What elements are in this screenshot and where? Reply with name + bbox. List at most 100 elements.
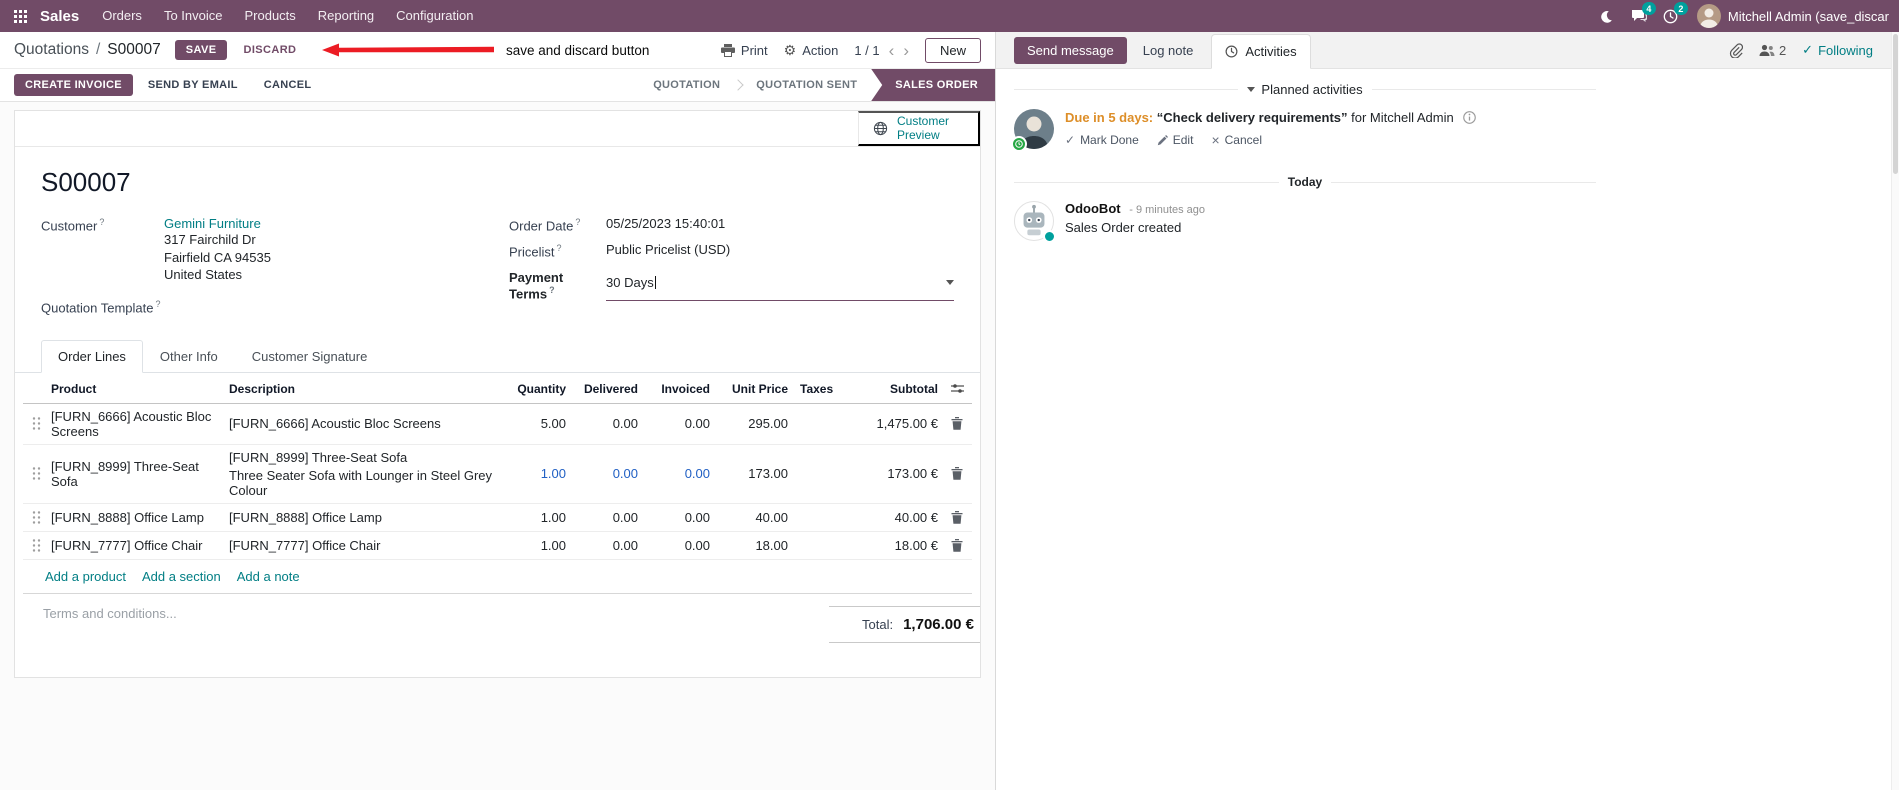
drag-handle-icon[interactable] <box>23 510 49 525</box>
customer-link[interactable]: Gemini Furniture <box>164 216 261 231</box>
cancel-button[interactable]: CANCEL <box>253 74 323 96</box>
order-date-value[interactable]: 05/25/2023 15:40:01 <box>606 216 725 233</box>
help-marker: ? <box>556 243 562 254</box>
tab-customer-signature[interactable]: Customer Signature <box>235 340 385 373</box>
cell-unit-price[interactable]: 18.00 <box>714 538 792 553</box>
caret-down-icon <box>1247 87 1256 92</box>
col-product: Product <box>51 381 97 396</box>
cancel-activity-button[interactable]: × Cancel <box>1211 133 1262 147</box>
cell-quantity[interactable]: 1.00 <box>506 510 570 525</box>
cell-description[interactable]: [FURN_7777] Office Chair <box>227 538 506 553</box>
send-message-button[interactable]: Send message <box>1014 36 1127 64</box>
planned-activities-toggle[interactable]: Planned activities <box>1247 82 1363 97</box>
drag-handle-icon[interactable] <box>23 416 49 431</box>
mark-done-button[interactable]: ✓ Mark Done <box>1065 133 1139 147</box>
pricelist-value[interactable]: Public Pricelist (USD) <box>606 242 730 259</box>
add-product-link[interactable]: Add a product <box>45 569 126 584</box>
cell-invoiced[interactable]: 0.00 <box>642 538 714 553</box>
tab-order-lines[interactable]: Order Lines <box>41 339 143 373</box>
action-button[interactable]: ⚙ Action <box>784 43 839 58</box>
create-invoice-button[interactable]: CREATE INVOICE <box>14 74 133 96</box>
field-column-right: Order Date? 05/25/2023 15:40:01 Pricelis… <box>509 216 954 324</box>
activities-tab[interactable]: Activities <box>1211 34 1311 69</box>
cell-quantity[interactable]: 1.00 <box>506 538 570 553</box>
cell-product[interactable]: [FURN_8888] Office Lamp <box>49 510 227 525</box>
cell-delivered[interactable]: 0.00 <box>570 538 642 553</box>
cell-unit-price[interactable]: 295.00 <box>714 416 792 431</box>
state-sales-order[interactable]: SALES ORDER <box>871 69 995 101</box>
help-marker: ? <box>99 217 105 227</box>
pager-previous-icon[interactable]: ‹ <box>889 42 895 59</box>
save-button[interactable]: SAVE <box>174 40 228 60</box>
cell-invoiced[interactable]: 0.00 <box>642 466 714 481</box>
drag-handle-icon[interactable] <box>23 538 49 553</box>
print-button[interactable]: Print <box>720 43 768 58</box>
activity-item: Due in 5 days: “Check delivery requireme… <box>1011 109 1596 152</box>
cell-description[interactable]: [FURN_6666] Acoustic Bloc Screens <box>227 416 506 431</box>
state-quotation-sent[interactable]: QUOTATION SENT <box>742 69 871 101</box>
terms-placeholder[interactable]: Terms and conditions... <box>41 606 177 621</box>
cell-description[interactable]: [FURN_8999] Three-Seat Sofa Three Seater… <box>227 450 506 498</box>
scrollbar-thumb[interactable] <box>1893 34 1898 174</box>
dropdown-caret-icon[interactable] <box>946 280 954 286</box>
delete-row-icon[interactable] <box>942 467 972 481</box>
cell-product[interactable]: [FURN_7777] Office Chair <box>49 538 227 553</box>
customer-preview-line1: Customer <box>897 113 950 128</box>
new-button[interactable]: New <box>924 37 981 63</box>
apps-grid-glyph <box>13 9 27 23</box>
cell-unit-price[interactable]: 40.00 <box>714 510 792 525</box>
cell-description[interactable]: [FURN_8888] Office Lamp <box>227 510 506 525</box>
apps-grid-icon[interactable] <box>6 0 34 32</box>
drag-handle-icon[interactable] <box>23 466 49 481</box>
quotation-template-field[interactable]: Quotation Template? <box>41 298 509 315</box>
activities-clock-icon[interactable]: 2 <box>1655 0 1688 32</box>
menu-reporting[interactable]: Reporting <box>307 0 385 32</box>
cell-invoiced[interactable]: 0.00 <box>642 416 714 431</box>
check-icon: ✓ <box>1802 42 1814 57</box>
messages-icon[interactable]: 4 <box>1623 0 1656 32</box>
notebook-tabs: Order Lines Other Info Customer Signatur… <box>15 339 980 373</box>
menu-to-invoice[interactable]: To Invoice <box>153 0 234 32</box>
delete-row-icon[interactable] <box>942 538 972 552</box>
chatter-icons: 2 ✓ Following <box>1729 42 1883 58</box>
tab-other-info[interactable]: Other Info <box>143 340 235 373</box>
cell-invoiced[interactable]: 0.00 <box>642 510 714 525</box>
breadcrumb-quotations[interactable]: Quotations <box>14 41 89 59</box>
state-quotation[interactable]: QUOTATION <box>639 69 734 101</box>
message-body: Sales Order created <box>1065 220 1182 235</box>
optional-columns-icon[interactable] <box>942 383 972 394</box>
menu-products[interactable]: Products <box>233 0 306 32</box>
pricelist-label: Pricelist? <box>509 243 562 260</box>
menu-configuration[interactable]: Configuration <box>385 0 484 32</box>
user-menu[interactable]: Mitchell Admin (save_discar <box>1696 4 1889 28</box>
activity-avatar <box>1011 109 1054 152</box>
systray: 4 2 Mitchell Admin (save_discar <box>1591 0 1889 32</box>
cell-delivered[interactable]: 0.00 <box>570 416 642 431</box>
following-button[interactable]: ✓ Following <box>1802 42 1873 58</box>
customer-preview-button[interactable]: Customer Preview <box>858 111 980 146</box>
delete-row-icon[interactable] <box>942 510 972 524</box>
add-note-link[interactable]: Add a note <box>237 569 300 584</box>
log-note-button[interactable]: Log note <box>1143 43 1194 58</box>
attachment-button[interactable] <box>1729 42 1743 58</box>
menu-orders[interactable]: Orders <box>91 0 153 32</box>
discard-button[interactable]: DISCARD <box>237 40 302 60</box>
followers-button[interactable]: 2 <box>1759 43 1786 58</box>
cell-product[interactable]: [FURN_6666] Acoustic Bloc Screens <box>49 409 227 439</box>
cell-subtotal: 40.00 € <box>894 509 938 525</box>
cell-delivered[interactable]: 0.00 <box>570 510 642 525</box>
add-section-link[interactable]: Add a section <box>142 569 221 584</box>
mark-done-label: Mark Done <box>1080 133 1139 148</box>
delete-row-icon[interactable] <box>942 417 972 431</box>
edit-activity-button[interactable]: Edit <box>1157 133 1193 147</box>
cell-unit-price[interactable]: 173.00 <box>714 466 792 481</box>
pager-next-icon[interactable]: › <box>903 42 909 59</box>
cell-product[interactable]: [FURN_8999] Three-Seat Sofa <box>49 459 227 489</box>
cell-quantity[interactable]: 5.00 <box>506 416 570 431</box>
send-by-email-button[interactable]: SEND BY EMAIL <box>137 74 249 96</box>
payment-terms-input[interactable]: 30 Days <box>606 269 954 301</box>
moon-icon[interactable] <box>1591 0 1623 32</box>
cell-delivered[interactable]: 0.00 <box>570 466 642 481</box>
app-brand-sales[interactable]: Sales <box>34 8 91 25</box>
cell-quantity[interactable]: 1.00 <box>506 466 570 481</box>
